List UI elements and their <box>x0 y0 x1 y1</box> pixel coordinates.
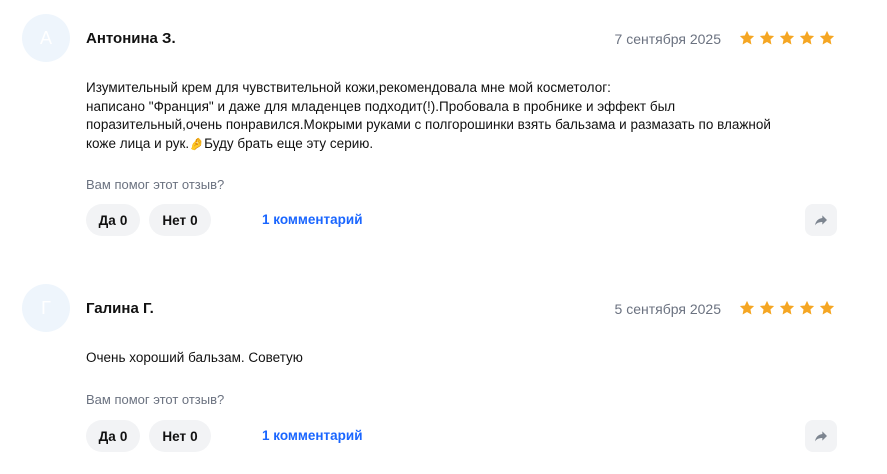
vote-no-label: Нет <box>162 212 187 228</box>
avatar-letter: Г <box>41 297 51 318</box>
vote-no-button[interactable]: Нет 0 <box>149 204 211 236</box>
star-icon <box>819 300 835 315</box>
vote-yes-label: Да <box>98 428 116 444</box>
star-icon <box>739 300 755 315</box>
vote-no-label: Нет <box>162 428 187 444</box>
review-text-line: поразительный,очень понравился.Мокрыми р… <box>86 117 771 132</box>
avatar-letter: А <box>39 27 52 48</box>
star-icon <box>799 300 815 315</box>
pinched-fingers-emoji-icon: 🤌 <box>189 136 205 151</box>
review-date: 5 сентября 2025 <box>614 301 721 317</box>
review-text-fragment: Буду брать еще эту серию. <box>204 135 374 151</box>
review-text: Очень хороший бальзам. Советую <box>86 349 836 368</box>
star-icon <box>759 30 775 45</box>
share-button[interactable] <box>805 420 837 452</box>
vote-yes-button[interactable]: Да 0 <box>86 420 140 452</box>
vote-yes-count: 0 <box>119 212 128 228</box>
rating-stars <box>738 299 836 317</box>
star-icon <box>739 30 755 45</box>
review-text-line: написано "Франция" и даже для младенцев … <box>86 98 676 114</box>
review-author: Антонина З. <box>86 30 176 47</box>
avatar: Г <box>22 284 70 332</box>
review-text-fragment: коже лица и рук. <box>86 135 190 151</box>
star-icon <box>779 30 795 45</box>
helpful-question: Вам помог этот отзыв? <box>86 177 225 192</box>
vote-yes-button[interactable]: Да 0 <box>86 204 140 236</box>
vote-no-count: 0 <box>190 212 198 228</box>
rating-stars <box>738 29 836 47</box>
vote-no-count: 0 <box>190 428 198 444</box>
review-date: 7 сентября 2025 <box>614 31 721 47</box>
share-arrow-icon <box>815 215 827 226</box>
share-arrow-icon <box>815 431 827 442</box>
review-card: А Антонина З. 7 сентября 2025 Изумительн… <box>0 0 887 260</box>
review-author: Галина Г. <box>86 300 154 317</box>
comments-link[interactable]: 1 комментарий <box>262 212 363 227</box>
share-button[interactable] <box>805 204 837 236</box>
helpful-question: Вам помог этот отзыв? <box>86 392 225 407</box>
star-icon <box>779 300 795 315</box>
star-icon <box>819 30 835 45</box>
review-text: Изумительный крем для чувствительной кож… <box>86 79 836 153</box>
review-card: Г Галина Г. 5 сентября 2025 Очень хороши… <box>0 270 887 474</box>
star-icon <box>799 30 815 45</box>
vote-yes-label: Да <box>98 212 116 228</box>
review-text-line: Изумительный крем для чувствительной кож… <box>86 80 611 95</box>
review-text-line: коже лица и рук.🤌Буду брать еще эту сери… <box>86 135 836 154</box>
comments-link[interactable]: 1 комментарий <box>262 428 363 443</box>
avatar: А <box>22 14 70 62</box>
review-text-line: Очень хороший бальзам. Советую <box>86 350 303 365</box>
star-icon <box>759 300 775 315</box>
vote-no-button[interactable]: Нет 0 <box>149 420 211 452</box>
vote-yes-count: 0 <box>119 428 128 444</box>
